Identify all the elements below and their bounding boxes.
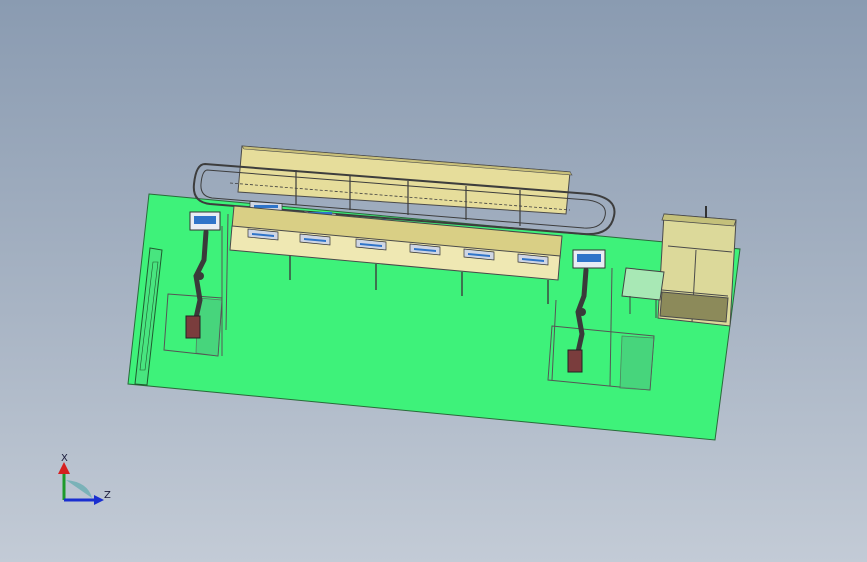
triad-x-label: X (61, 453, 68, 464)
cad-viewport[interactable]: X Z (0, 0, 867, 562)
triad-z-label: Z (104, 490, 111, 501)
right-enclosure[interactable] (657, 206, 737, 327)
cad-model-view[interactable]: X Z (0, 0, 867, 562)
coordinate-triad: X Z (58, 453, 111, 505)
